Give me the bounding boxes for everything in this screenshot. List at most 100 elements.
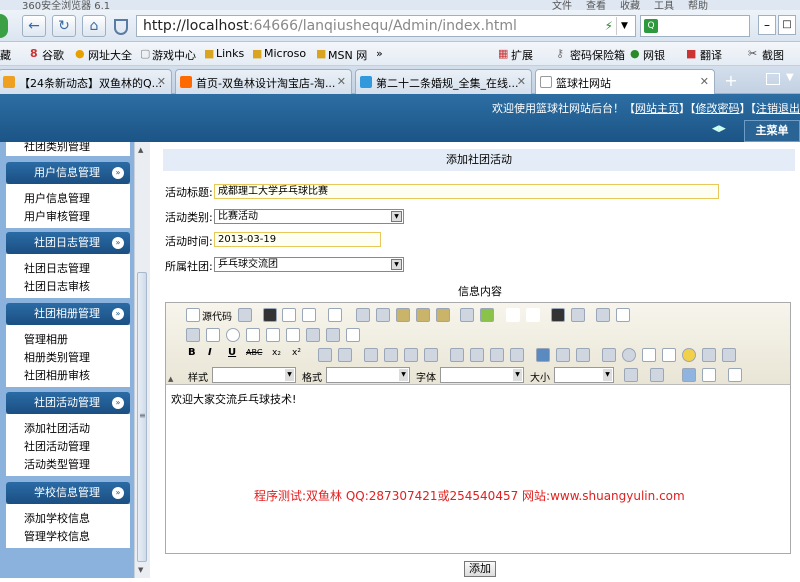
radio-icon[interactable] <box>226 328 240 342</box>
bg-color-icon[interactable] <box>650 368 664 382</box>
page-break-icon[interactable] <box>722 348 736 362</box>
collapse-icon[interactable]: » <box>112 487 124 499</box>
chevron-down-icon[interactable]: ▼ <box>603 369 612 381</box>
chevron-down-icon[interactable]: ▼ <box>616 17 632 35</box>
activity-type-select[interactable]: 比赛活动 ▼ <box>214 209 404 224</box>
favorite-screenshot[interactable]: 截图 <box>762 47 784 63</box>
change-password-link[interactable]: 修改密码 <box>696 102 740 115</box>
smiley-icon[interactable] <box>682 348 696 362</box>
sidebar-item-user-review[interactable]: 用户审核管理 <box>24 208 130 226</box>
favorite-google[interactable]: 谷歌 <box>42 47 64 63</box>
lightning-icon[interactable]: ⚡ <box>605 19 613 33</box>
source-button[interactable]: 源代码 <box>202 308 232 323</box>
spellcheck-icon[interactable] <box>480 308 494 322</box>
document-icon[interactable] <box>328 308 342 322</box>
chevron-down-icon[interactable]: ▼ <box>786 72 794 83</box>
favorite-microsoft[interactable]: Microso <box>264 47 306 60</box>
sidebar-group-header[interactable]: 社团相册管理» <box>6 303 130 325</box>
sidebar-item-activity-manage[interactable]: 社团活动管理 <box>24 438 130 456</box>
italic-icon[interactable]: I <box>208 347 212 358</box>
chevron-down-icon[interactable]: ▼ <box>513 369 522 381</box>
tab-taobao[interactable]: 首页-双鱼林设计淘宝店-淘... ✕ <box>175 69 352 94</box>
collapse-icon[interactable]: » <box>112 237 124 249</box>
show-blocks-icon[interactable] <box>702 368 716 382</box>
tab-video[interactable]: 第二十二条婚规_全集_在线... ✕ <box>355 69 532 94</box>
div-icon[interactable] <box>424 348 438 362</box>
favorites-more[interactable]: » <box>376 47 383 60</box>
checkbox-icon[interactable] <box>206 328 220 342</box>
bold-icon[interactable]: B <box>188 347 196 358</box>
sidebar-group-header[interactable]: 用户信息管理» <box>6 162 130 184</box>
hr-icon[interactable] <box>662 348 676 362</box>
paste-word-icon[interactable] <box>436 308 450 322</box>
indent-icon[interactable] <box>384 348 398 362</box>
back-button[interactable]: ← <box>22 15 46 37</box>
sidebar-item-school-manage[interactable]: 管理学校信息 <box>24 528 130 546</box>
flash-icon[interactable] <box>622 348 636 362</box>
hidden-field-icon[interactable] <box>346 328 360 342</box>
sidebar-item-log-review[interactable]: 社团日志审核 <box>24 278 130 296</box>
close-icon[interactable]: ✕ <box>337 75 346 88</box>
favorite-links[interactable]: Links <box>216 47 244 60</box>
outdent-icon[interactable] <box>364 348 378 362</box>
favorite-collapsed[interactable]: 藏 <box>0 47 11 63</box>
home-button[interactable]: ⌂ <box>82 15 106 37</box>
sidebar-item-album-category[interactable]: 相册类别管理 <box>24 349 130 367</box>
chevron-down-icon[interactable]: ▼ <box>391 259 402 270</box>
editor-content[interactable]: 欢迎大家交流乒乓球技术! <box>171 391 296 407</box>
align-right-icon[interactable] <box>490 348 504 362</box>
bullet-list-icon[interactable] <box>338 348 352 362</box>
source-icon[interactable] <box>186 308 200 322</box>
tab-basketball-site[interactable]: 篮球社网站 ✕ <box>535 69 715 94</box>
favorite-bank[interactable]: 网银 <box>643 47 665 63</box>
refresh-button[interactable]: ↻ <box>52 15 76 37</box>
sidebar-item-album-manage[interactable]: 管理相册 <box>24 331 130 349</box>
maximize-icon[interactable] <box>682 368 696 382</box>
about-icon[interactable] <box>728 368 742 382</box>
preview-icon[interactable] <box>302 308 316 322</box>
print-icon[interactable] <box>460 308 474 322</box>
favorite-hao[interactable]: 网址大全 <box>88 47 132 63</box>
chevron-down-icon[interactable]: ▼ <box>285 369 294 381</box>
justify-icon[interactable] <box>510 348 524 362</box>
collapse-icon[interactable]: » <box>112 167 124 179</box>
sidebar-item-add-activity[interactable]: 添加社团活动 <box>24 420 130 438</box>
special-char-icon[interactable] <box>702 348 716 362</box>
undo-icon[interactable] <box>506 308 520 322</box>
tab-list-icon[interactable] <box>766 73 780 85</box>
form-icon[interactable] <box>186 328 200 342</box>
select-field-icon[interactable] <box>286 328 300 342</box>
collapse-icon[interactable]: » <box>112 397 124 409</box>
favorite-extensions[interactable]: 扩展 <box>511 47 533 63</box>
sidebar-group-header[interactable]: 社团日志管理» <box>6 232 130 254</box>
tab-qzone[interactable]: 【24条新动态】双鱼林的Q... ✕ <box>0 69 172 94</box>
search-input[interactable]: Q <box>640 15 750 37</box>
blockquote-icon[interactable] <box>404 348 418 362</box>
ordered-list-icon[interactable] <box>318 348 332 362</box>
scroll-up-icon[interactable]: ▲ <box>138 146 143 154</box>
chevron-down-icon[interactable]: ▼ <box>391 211 402 222</box>
find-icon[interactable] <box>551 308 565 322</box>
image-button-icon[interactable] <box>326 328 340 342</box>
collapse-icon[interactable]: » <box>112 308 124 320</box>
chevron-down-icon[interactable]: ▼ <box>399 369 408 381</box>
sidebar-item-activity-type[interactable]: 活动类型管理 <box>24 456 130 474</box>
redo-icon[interactable] <box>526 308 540 322</box>
style-select[interactable]: ▼ <box>212 367 296 383</box>
scrollbar-thumb[interactable]: ≡ <box>137 272 147 562</box>
eraser-icon[interactable] <box>616 308 630 322</box>
favorite-msn[interactable]: MSN 网 <box>328 47 367 63</box>
link-icon[interactable] <box>536 348 550 362</box>
close-icon[interactable]: ✕ <box>700 75 709 88</box>
select-all-icon[interactable] <box>596 308 610 322</box>
main-menu-button[interactable]: 主菜单 <box>744 120 800 142</box>
add-button[interactable]: 添加 <box>464 561 496 577</box>
restore-button[interactable]: □ <box>778 15 796 35</box>
textfield-icon[interactable] <box>246 328 260 342</box>
underline-icon[interactable]: U <box>228 347 236 358</box>
font-select[interactable]: ▼ <box>440 367 524 383</box>
shield-icon[interactable] <box>114 19 128 35</box>
logout-link[interactable]: 注销退出 <box>756 102 800 115</box>
format-select[interactable]: ▼ <box>326 367 410 383</box>
sidebar-item-user-info[interactable]: 用户信息管理 <box>24 190 130 208</box>
